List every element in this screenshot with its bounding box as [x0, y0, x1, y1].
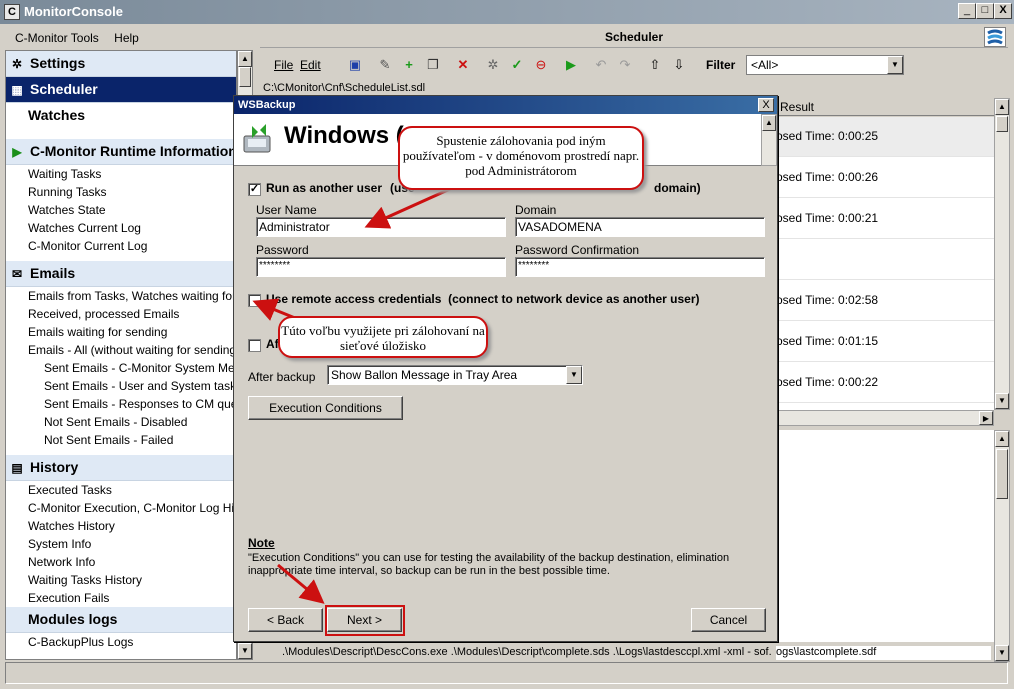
annotation-arrows [252, 178, 471, 604]
callout-run-as-user: Spustenie zálohovania pod iným používate… [398, 126, 644, 190]
callout-remote-access: Túto voľbu využijete pri zálohovaní na s… [278, 316, 488, 358]
arrow-to-next-button [277, 563, 325, 604]
